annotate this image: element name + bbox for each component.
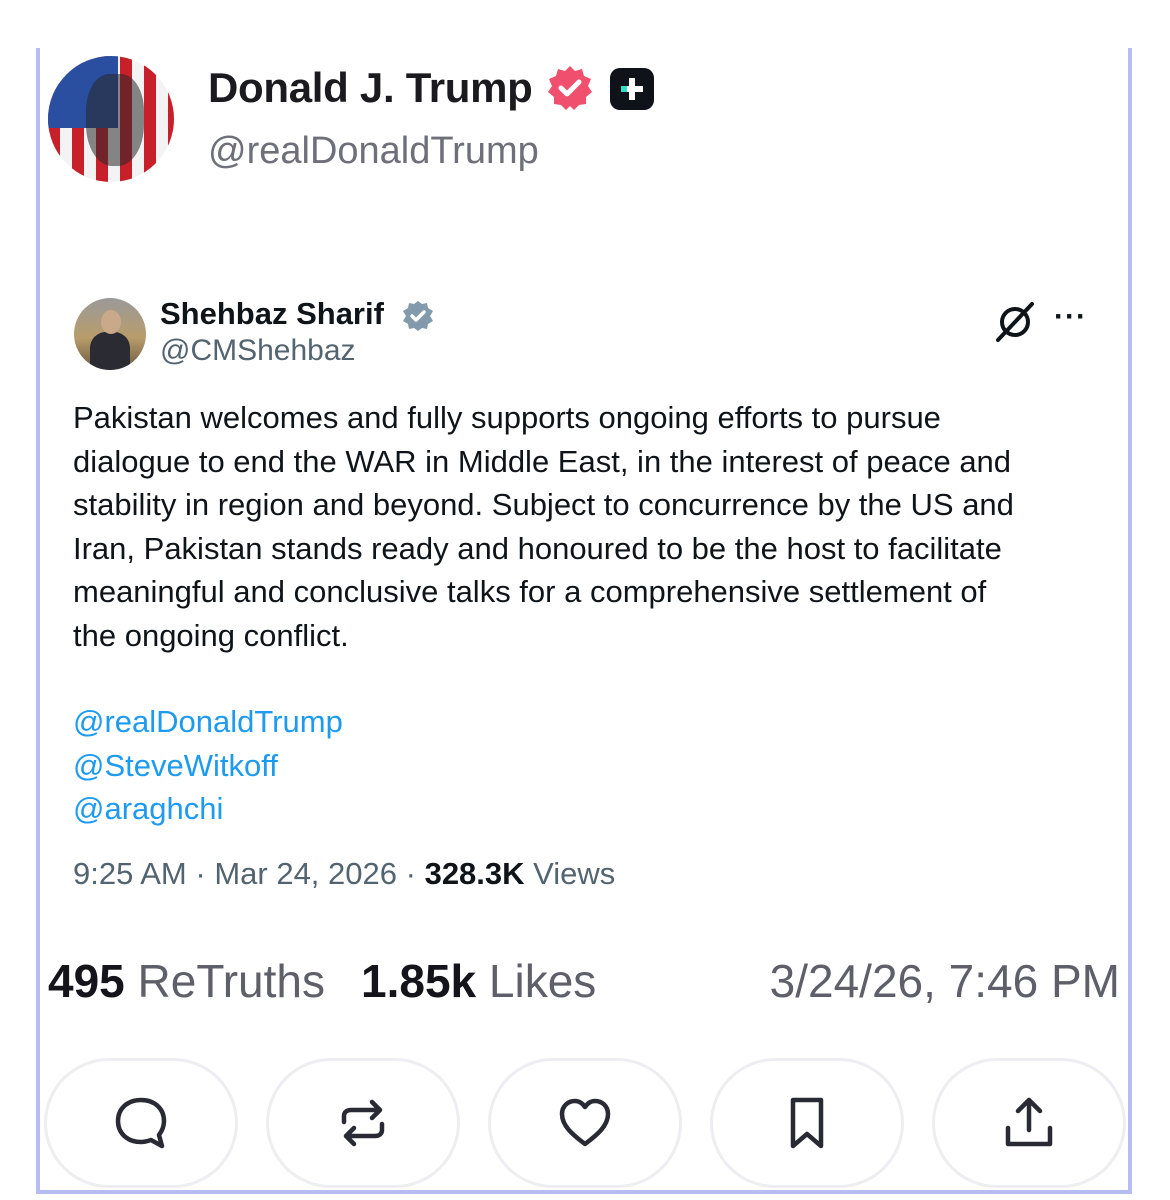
likes-count: 1.85k <box>361 955 477 1007</box>
views-count: 328.3K <box>424 856 525 891</box>
post-timestamp: 3/24/26, 7:46 PM <box>769 955 1120 1007</box>
share-button[interactable] <box>932 1058 1126 1188</box>
quoted-author-handle[interactable]: @CMShehbaz <box>160 334 356 368</box>
heart-icon <box>559 1098 611 1147</box>
repost-icon <box>341 1099 385 1147</box>
quoted-author-name[interactable]: Shehbaz Sharif <box>160 296 384 332</box>
mention-link[interactable]: @araghchi <box>73 787 343 831</box>
author-avatar[interactable] <box>48 56 174 182</box>
comment-icon <box>115 1097 167 1149</box>
retruths-count: 495 <box>48 955 125 1007</box>
mentions-list: @realDonaldTrump @SteveWitkoff @araghchi <box>73 700 343 831</box>
retruths-stat[interactable]: 495 ReTruths <box>48 955 325 1007</box>
grok-icon[interactable] <box>992 298 1038 344</box>
quoted-text-line: meaningful and conclusive talks for a co… <box>73 574 987 609</box>
author-handle[interactable]: @realDonaldTrump <box>208 130 539 173</box>
quoted-author-avatar[interactable] <box>74 298 146 370</box>
meta-separator: · <box>405 856 416 891</box>
quoted-text-line: Pakistan welcomes and fully supports ong… <box>73 400 941 435</box>
mention-link[interactable]: @SteveWitkoff <box>73 744 343 788</box>
mention-link[interactable]: @realDonaldTrump <box>73 700 343 744</box>
like-button[interactable] <box>488 1058 682 1188</box>
author-name[interactable]: Donald J. Trump <box>208 64 533 112</box>
verified-badge-icon <box>548 66 592 110</box>
quoted-text-line: Iran, Pakistan stands ready and honoured… <box>73 530 1002 566</box>
bookmark-icon <box>790 1097 824 1149</box>
quoted-date[interactable]: Mar 24, 2026 <box>214 856 397 891</box>
avatar-face <box>86 74 144 166</box>
retruth-button[interactable] <box>266 1058 460 1188</box>
more-options-icon[interactable]: ··· <box>1054 300 1087 334</box>
retruths-label: ReTruths <box>137 955 325 1007</box>
quoted-text-line: stability in region and beyond. Subject … <box>73 487 1014 522</box>
share-icon <box>1005 1097 1053 1147</box>
views-label: Views <box>533 856 616 891</box>
quoted-meta: 9:25 AM · Mar 24, 2026 · 328.3K Views <box>73 856 615 892</box>
quoted-verified-badge-icon <box>403 301 433 331</box>
truth-plus-icon <box>610 68 654 110</box>
quoted-time[interactable]: 9:25 AM <box>73 856 187 891</box>
meta-separator: · <box>195 856 206 891</box>
likes-stat[interactable]: 1.85k Likes <box>361 955 596 1007</box>
bookmark-button[interactable] <box>710 1058 904 1188</box>
reply-button[interactable] <box>44 1058 238 1188</box>
likes-label: Likes <box>488 955 597 1007</box>
quoted-post-text: Pakistan welcomes and fully supports ong… <box>73 396 1113 657</box>
quoted-text-line: the ongoing conflict. <box>73 617 349 653</box>
quoted-text-line: dialogue to end the WAR in Middle East, … <box>73 443 1012 479</box>
engagement-stats: 495 ReTruths 1.85k Likes <box>48 954 596 1008</box>
